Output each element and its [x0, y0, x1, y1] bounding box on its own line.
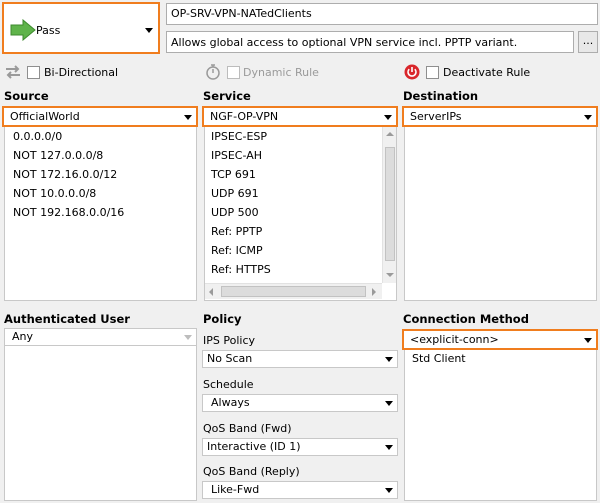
ips-policy-dropdown[interactable]: No Scan [202, 350, 398, 368]
destination-selected: ServerIPs [410, 110, 462, 123]
authenticated-user-dropdown[interactable]: Any [4, 328, 197, 346]
list-item[interactable]: Ref: ICMP [205, 241, 382, 260]
arrow-right-icon [10, 19, 36, 41]
ips-policy-label: IPS Policy [203, 334, 255, 347]
rule-description-text: Allows global access to optional VPN ser… [171, 36, 518, 49]
authenticated-user-heading: Authenticated User [4, 312, 130, 326]
list-item[interactable]: Std Client [405, 350, 596, 368]
action-dropdown[interactable]: Pass [2, 2, 160, 54]
connection-method-selected: <explicit-conn> [410, 333, 499, 346]
rule-name-text: OP-SRV-VPN-NATedClients [171, 7, 312, 20]
schedule-value: Always [211, 396, 250, 409]
service-list[interactable]: IPSEC-ESP IPSEC-AH TCP 691 UDP 691 UDP 5… [204, 127, 397, 301]
horizontal-scrollbar[interactable] [205, 283, 382, 299]
rule-name-field[interactable]: OP-SRV-VPN-NATedClients [166, 3, 598, 25]
schedule-label: Schedule [203, 378, 254, 391]
authenticated-user-list[interactable] [4, 346, 197, 501]
qos-reply-label: QoS Band (Reply) [203, 465, 300, 478]
chevron-down-icon [145, 28, 153, 33]
list-item[interactable]: IPSEC-AH [205, 146, 382, 165]
list-item[interactable]: NOT 127.0.0.0/8 [5, 146, 196, 165]
scroll-thumb[interactable] [385, 147, 395, 261]
qos-fwd-value: Interactive (ID 1) [207, 440, 301, 453]
service-heading: Service [203, 89, 251, 103]
vertical-scrollbar[interactable] [382, 127, 396, 283]
chevron-down-icon [385, 357, 393, 362]
destination-heading: Destination [403, 89, 479, 103]
dynamic-rule-checkbox[interactable] [227, 66, 240, 79]
action-label: Pass [36, 24, 61, 37]
source-list[interactable]: 0.0.0.0/0 NOT 127.0.0.0/8 NOT 172.16.0.0… [4, 127, 197, 301]
list-item[interactable]: NOT 10.0.0.0/8 [5, 184, 196, 203]
destination-list[interactable] [404, 127, 597, 301]
chevron-down-icon [584, 337, 592, 343]
list-item[interactable]: NOT 192.168.0.0/16 [5, 203, 196, 222]
qos-reply-dropdown[interactable]: Like-Fwd [202, 481, 398, 499]
rule-description-field[interactable]: Allows global access to optional VPN ser… [166, 31, 574, 53]
authenticated-user-selected: Any [12, 330, 34, 343]
chevron-down-icon [184, 335, 192, 340]
chevron-down-icon [385, 488, 393, 493]
service-selected: NGF-OP-VPN [210, 110, 279, 123]
list-item[interactable]: TCP 691 [205, 165, 382, 184]
power-icon [404, 64, 420, 80]
deactivate-rule-checkbox[interactable] [426, 66, 439, 79]
chevron-down-icon [385, 445, 393, 450]
chevron-down-icon [384, 114, 392, 120]
qos-fwd-label: QoS Band (Fwd) [203, 422, 292, 435]
list-item[interactable]: Ref: PPTP [205, 222, 382, 241]
bidirectional-arrows-icon [6, 65, 20, 79]
chevron-down-icon [584, 114, 592, 120]
list-item[interactable]: IPSEC-ESP [205, 127, 382, 146]
scroll-left-icon[interactable] [209, 288, 213, 296]
chevron-down-icon [385, 401, 393, 406]
connection-method-list[interactable]: Std Client [404, 350, 597, 501]
source-dropdown[interactable]: OfficialWorld [2, 106, 198, 127]
policy-heading: Policy [203, 312, 242, 326]
qos-fwd-dropdown[interactable]: Interactive (ID 1) [202, 438, 398, 456]
deactivate-rule-label: Deactivate Rule [443, 66, 531, 79]
destination-dropdown[interactable]: ServerIPs [402, 106, 598, 127]
connection-method-dropdown[interactable]: <explicit-conn> [402, 329, 598, 350]
list-item[interactable]: UDP 500 [205, 203, 382, 222]
source-heading: Source [4, 89, 49, 103]
list-item[interactable]: 0.0.0.0/0 [5, 127, 196, 146]
list-item[interactable]: Ref: HTTPS [205, 260, 382, 279]
scroll-up-icon[interactable] [386, 132, 394, 136]
more-label: ... [582, 34, 594, 47]
connection-method-heading: Connection Method [403, 312, 529, 326]
bidirectional-checkbox[interactable] [27, 66, 40, 79]
bidirectional-label: Bi-Directional [44, 66, 119, 79]
source-selected: OfficialWorld [10, 110, 80, 123]
list-item[interactable]: UDP 691 [205, 184, 382, 203]
ips-policy-value: No Scan [207, 352, 253, 365]
stopwatch-icon [206, 64, 220, 80]
chevron-down-icon [184, 114, 192, 120]
scroll-right-icon[interactable] [372, 288, 376, 296]
scroll-down-icon[interactable] [386, 273, 394, 277]
schedule-dropdown[interactable]: Always [202, 394, 398, 412]
description-more-button[interactable]: ... [578, 31, 598, 53]
service-dropdown[interactable]: NGF-OP-VPN [202, 106, 398, 127]
list-item[interactable]: NOT 172.16.0.0/12 [5, 165, 196, 184]
qos-reply-value: Like-Fwd [211, 483, 260, 496]
scroll-thumb-horizontal[interactable] [221, 286, 366, 297]
dynamic-rule-label: Dynamic Rule [243, 66, 319, 79]
